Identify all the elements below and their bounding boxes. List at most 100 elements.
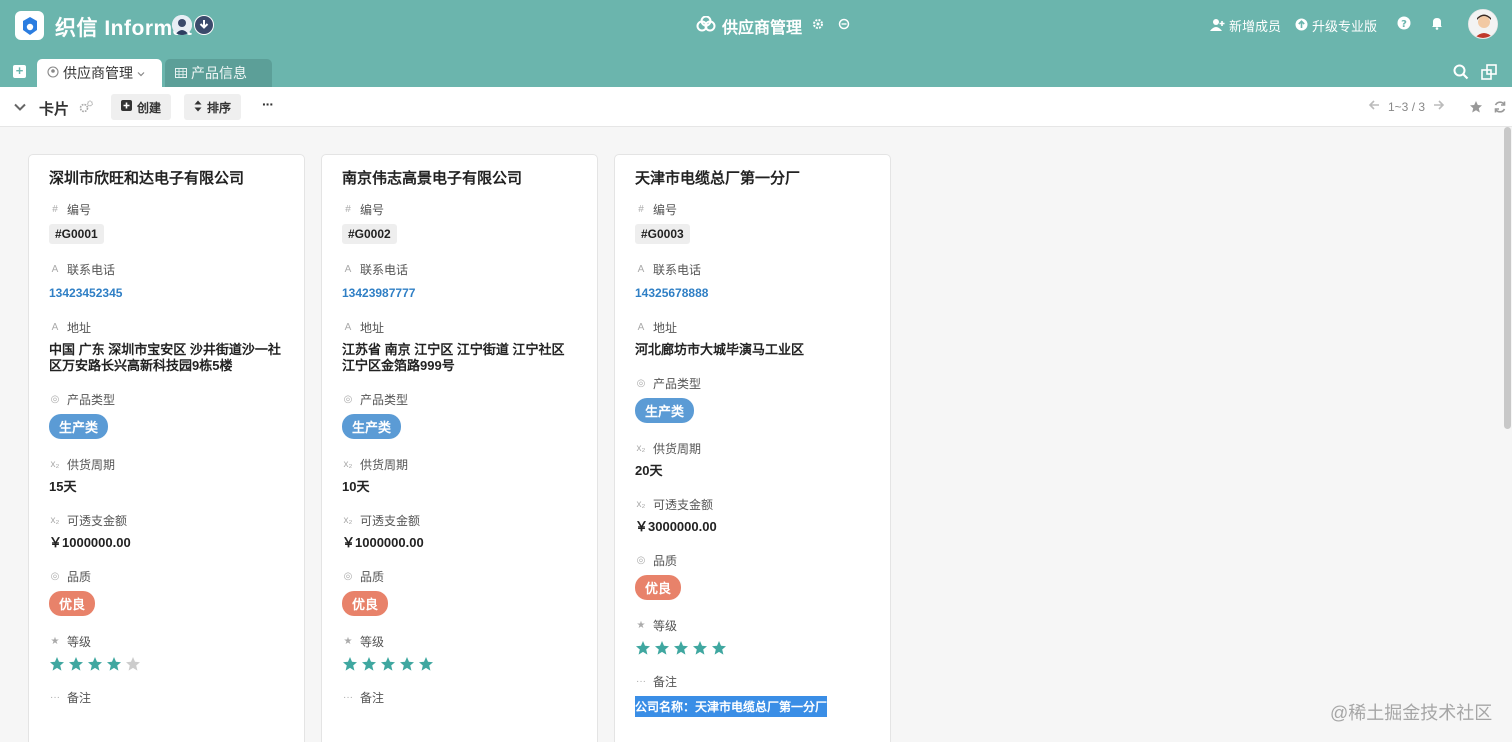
check-circle-icon: ◎ bbox=[343, 393, 353, 405]
field-credit: x₂ 可透支金额 ￥1000000.00 bbox=[49, 511, 284, 551]
add-user-icon bbox=[1210, 18, 1225, 34]
field-label: 地址 bbox=[360, 320, 385, 335]
upgrade-button[interactable]: 升级专业版 bbox=[1295, 16, 1377, 35]
star-icon[interactable] bbox=[1469, 100, 1483, 114]
card-title: 天津市电缆总厂第一分厂 bbox=[635, 170, 801, 187]
code-value: #G0001 bbox=[49, 224, 104, 244]
field-note: ··· 备注 bbox=[49, 688, 284, 706]
check-circle-icon: ◎ bbox=[636, 554, 646, 566]
app-header: 织信 Informat 供应商管理 新增成员 升级专业版 ? bbox=[0, 0, 1512, 50]
user-circle-icon bbox=[47, 65, 59, 81]
field-code: # 编号 #G0001 bbox=[49, 200, 284, 244]
arrow-right-icon[interactable] bbox=[1433, 99, 1445, 114]
text-icon: A bbox=[344, 263, 352, 275]
formula-icon: x₂ bbox=[343, 458, 353, 470]
refresh-icon[interactable] bbox=[1493, 100, 1507, 114]
card-title: 南京伟志高景电子有限公司 bbox=[342, 170, 523, 187]
star-icon bbox=[343, 657, 357, 671]
quality-tag: 优良 bbox=[635, 575, 682, 600]
field-label: 备注 bbox=[360, 690, 385, 705]
tab-label: 产品信息 bbox=[191, 65, 247, 81]
field-address: A 地址 江苏省 南京 江宁区 江宁街道 江宁社区 江宁区金箔路999号 bbox=[342, 318, 577, 374]
field-phone: A 联系电话 13423987777 bbox=[342, 260, 577, 302]
star-icon bbox=[636, 641, 650, 655]
gears-icon[interactable] bbox=[78, 99, 94, 115]
field-lead-time: x₂ 供货周期 20天 bbox=[635, 439, 870, 479]
check-circle-icon: ◎ bbox=[343, 570, 353, 582]
text-icon: A bbox=[637, 263, 645, 275]
field-phone: A 联系电话 14325678888 bbox=[635, 260, 870, 302]
lead-time-value: 10天 bbox=[342, 479, 370, 494]
field-label: 联系电话 bbox=[653, 262, 702, 277]
product-type-tag: 生产类 bbox=[635, 398, 695, 423]
field-label: 产品类型 bbox=[360, 392, 409, 407]
create-button[interactable]: 创建 bbox=[111, 94, 172, 120]
window-switch-icon[interactable] bbox=[1481, 64, 1497, 80]
field-level: ★ 等级 bbox=[49, 632, 284, 672]
download-circle-icon[interactable] bbox=[194, 15, 214, 35]
quality-tag: 优良 bbox=[342, 591, 389, 616]
pagination: 1~3 / 3 bbox=[1368, 99, 1445, 114]
code-value: #G0002 bbox=[342, 224, 397, 244]
phone-link[interactable]: 14325678888 bbox=[635, 286, 708, 300]
product-type-tag: 生产类 bbox=[342, 414, 402, 439]
hash-icon: # bbox=[52, 203, 58, 215]
sort-label: 排序 bbox=[207, 100, 232, 115]
field-label: 供货周期 bbox=[360, 457, 409, 472]
gear-icon[interactable] bbox=[811, 17, 825, 31]
field-label: 产品类型 bbox=[653, 376, 702, 391]
scrollbar-thumb[interactable] bbox=[1504, 127, 1511, 429]
user-avatar[interactable] bbox=[1468, 9, 1498, 39]
ellipsis-icon: ··· bbox=[50, 691, 60, 703]
tab-product-info[interactable]: 产品信息 bbox=[165, 59, 272, 87]
field-code: # 编号 #G0003 bbox=[635, 200, 870, 244]
star-icon bbox=[655, 641, 669, 655]
circle-dot-icon[interactable] bbox=[837, 17, 851, 31]
rating-stars bbox=[49, 656, 284, 672]
card-board: 深圳市欣旺和达电子有限公司 # 编号 #G0001 A 联系电话 134234523… bbox=[0, 127, 1512, 742]
address-value: 中国 广东 深圳市宝安区 沙井街道沙一社区万安路长兴高新科技园9栋5楼 bbox=[49, 342, 281, 373]
avatar-icon[interactable] bbox=[172, 15, 192, 35]
question-icon[interactable]: ? bbox=[1397, 16, 1411, 30]
field-label: 地址 bbox=[653, 320, 678, 335]
more-button[interactable]: ··· bbox=[262, 96, 274, 112]
field-label: 可透支金额 bbox=[653, 497, 714, 512]
product-type-tag: 生产类 bbox=[49, 414, 109, 439]
add-tab-icon[interactable]: + bbox=[13, 64, 26, 78]
supplier-card[interactable]: 深圳市欣旺和达电子有限公司 # 编号 #G0001 A 联系电话 134234523… bbox=[28, 154, 305, 742]
arrow-left-icon[interactable] bbox=[1368, 99, 1380, 114]
field-label: 等级 bbox=[360, 634, 385, 649]
plus-square-icon bbox=[121, 100, 132, 114]
field-label: 品质 bbox=[360, 569, 385, 584]
field-label: 品质 bbox=[653, 553, 678, 568]
add-member-button[interactable]: 新增成员 bbox=[1210, 16, 1281, 35]
hash-icon: # bbox=[638, 203, 644, 215]
chevron-down-icon[interactable] bbox=[13, 100, 27, 114]
supplier-card[interactable]: 南京伟志高景电子有限公司 # 编号 #G0002 A 联系电话 1342398777… bbox=[321, 154, 598, 742]
lead-time-value: 20天 bbox=[635, 463, 663, 478]
arrow-up-circle-icon bbox=[1295, 18, 1308, 34]
address-value: 江苏省 南京 江宁区 江宁街道 江宁社区 江宁区金箔路999号 bbox=[342, 342, 565, 373]
star-icon bbox=[400, 657, 414, 671]
phone-link[interactable]: 13423452345 bbox=[49, 286, 122, 300]
logo-icon[interactable] bbox=[15, 11, 44, 40]
view-toolbar: 卡片 创建 排序 ··· 1~3 / 3 bbox=[0, 87, 1512, 127]
text-icon: A bbox=[51, 263, 59, 275]
phone-link[interactable]: 13423987777 bbox=[342, 286, 415, 300]
formula-icon: x₂ bbox=[50, 458, 60, 470]
rating-stars bbox=[635, 640, 870, 656]
pager-text: 1~3 / 3 bbox=[1388, 99, 1426, 114]
tab-supplier-management[interactable]: 供应商管理 bbox=[37, 59, 162, 87]
search-icon[interactable] bbox=[1453, 64, 1469, 80]
sort-button[interactable]: 排序 bbox=[184, 94, 242, 120]
bell-icon[interactable] bbox=[1430, 16, 1444, 30]
field-label: 可透支金额 bbox=[67, 513, 128, 528]
vertical-scrollbar[interactable] bbox=[1503, 127, 1512, 742]
add-member-label: 新增成员 bbox=[1229, 19, 1282, 34]
chevron-down-icon[interactable] bbox=[137, 65, 145, 81]
field-phone: A 联系电话 13423452345 bbox=[49, 260, 284, 302]
field-credit: x₂ 可透支金额 ￥3000000.00 bbox=[635, 495, 870, 535]
quality-tag: 优良 bbox=[49, 591, 96, 616]
field-label: 编号 bbox=[653, 202, 678, 217]
supplier-card[interactable]: 天津市电缆总厂第一分厂 # 编号 #G0003 A 联系电话 14325678888… bbox=[614, 154, 891, 742]
